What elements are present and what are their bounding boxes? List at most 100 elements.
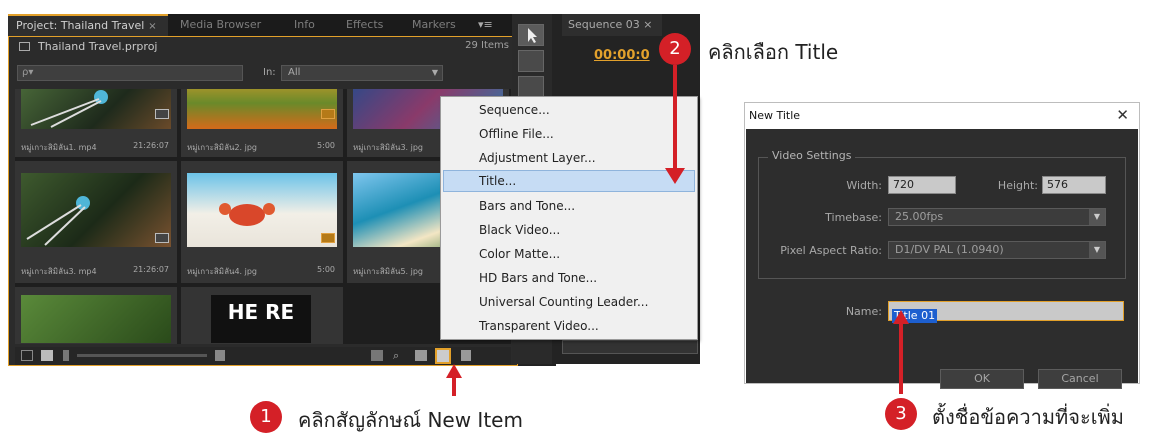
automate-icon[interactable] — [371, 350, 383, 361]
new-bin-icon[interactable] — [415, 350, 427, 361]
tab-project[interactable]: Project: Thailand Travel × — [8, 14, 168, 36]
list-item[interactable]: HE RE — [181, 287, 343, 344]
menu-item-transparent-video[interactable]: Transparent Video... — [479, 319, 599, 333]
title-thumbnail: HE RE — [211, 295, 311, 343]
tab-markers[interactable]: Markers — [404, 14, 464, 36]
panel-menu-icon[interactable]: ▾≡ — [470, 14, 500, 36]
width-field[interactable]: 720 — [888, 176, 956, 194]
step-1-arrow-line — [452, 376, 456, 396]
close-icon[interactable]: × — [643, 18, 652, 31]
menu-item-title[interactable]: Title... — [443, 170, 695, 192]
item-name: หมู่เกาะสิมิลัน4. jpg — [187, 267, 257, 276]
drone-shape — [30, 90, 108, 128]
search-input[interactable]: ρ▾ — [17, 65, 243, 81]
zoom-slider[interactable] — [77, 354, 207, 357]
project-file-name: Thailand Travel.prproj — [38, 40, 158, 53]
close-icon[interactable]: ✕ — [1116, 106, 1129, 124]
tab-project-label: Project: Thailand Travel — [16, 19, 145, 32]
timecode[interactable]: 00:00:0 — [594, 48, 650, 63]
menu-item-sequence[interactable]: Sequence... — [479, 103, 550, 117]
item-name: หมู่เกาะสิมิลัน3. mp4 — [21, 267, 97, 276]
new-title-dialog: New Title ✕ Video Settings Width: 720 He… — [744, 102, 1140, 389]
list-item[interactable] — [15, 287, 177, 344]
search-icon[interactable]: ⌕ — [393, 350, 405, 361]
menu-item-color-matte[interactable]: Color Matte... — [479, 247, 560, 261]
icon-view-icon[interactable] — [41, 350, 53, 361]
ripple-edit-tool-icon[interactable] — [518, 76, 544, 98]
timebase-select[interactable]: 25.00fps ▼ — [888, 208, 1106, 226]
step-3-badge: 3 — [885, 398, 917, 430]
in-label: In: — [263, 67, 276, 78]
item-duration: 21:26:07 — [133, 265, 169, 274]
ok-button[interactable]: OK — [940, 369, 1024, 389]
panel-tabs: Project: Thailand Travel × Media Browser … — [8, 14, 520, 36]
name-label: Name: — [845, 305, 882, 318]
image-thumbnail — [21, 295, 171, 343]
tab-sequence[interactable]: Sequence 03 × — [562, 14, 662, 36]
item-count: 29 Items — [465, 40, 509, 51]
list-item[interactable]: หมู่เกาะสิมิลัน4. jpg 5:00 — [181, 161, 343, 283]
width-label: Width: — [846, 179, 882, 192]
height-field[interactable]: 576 — [1042, 176, 1106, 194]
new-item-menu: Sequence... Offline File... Adjustment L… — [440, 96, 698, 340]
step-2-text: คลิกเลือก Title — [708, 40, 839, 64]
arrow-shape — [528, 28, 537, 43]
dialog-body: Video Settings Width: 720 Height: 576 Ti… — [746, 129, 1138, 389]
video-thumbnail — [21, 89, 171, 129]
list-item[interactable]: หมู่เกาะสิมิลัน2. jpg 5:00 — [181, 89, 343, 157]
image-thumbnail — [187, 173, 337, 247]
media-grid: หมู่เกาะสิมิลัน1. mp4 21:26:07 หมู่เกาะส… — [15, 89, 511, 344]
chevron-down-icon: ▼ — [1089, 209, 1105, 225]
image-badge-icon — [321, 109, 335, 119]
menu-item-adjustment-layer[interactable]: Adjustment Layer... — [479, 151, 596, 165]
image-thumbnail — [187, 89, 337, 129]
tab-media-browser[interactable]: Media Browser — [172, 14, 276, 36]
menu-item-offline-file[interactable]: Offline File... — [479, 127, 554, 141]
menu-item-hd-bars-and-tone[interactable]: HD Bars and Tone... — [479, 271, 597, 285]
zoom-in-icon[interactable] — [215, 350, 225, 361]
menu-item-black-video[interactable]: Black Video... — [479, 223, 560, 237]
item-name: หมู่เกาะสิมิลัน5. jpg — [353, 267, 423, 276]
dialog-title: New Title — [749, 109, 801, 122]
step-3-text: ตั้งชื่อข้อความที่จะเพิ่ม — [932, 405, 1124, 429]
folder-icon — [19, 42, 30, 51]
list-item[interactable]: หมู่เกาะสิมิลัน1. mp4 21:26:07 — [15, 89, 177, 157]
close-icon[interactable]: × — [148, 21, 156, 32]
arrow-down-icon — [665, 168, 685, 184]
step-3-arrow-line — [899, 322, 903, 394]
new-item-icon[interactable] — [435, 348, 451, 364]
chevron-down-icon: ▼ — [1089, 242, 1105, 258]
video-thumbnail — [21, 173, 171, 247]
item-duration: 21:26:07 — [133, 141, 169, 150]
pixel-aspect-ratio-label: Pixel Aspect Ratio: — [780, 244, 882, 257]
sequence-scrollbar[interactable] — [562, 340, 698, 354]
trash-icon[interactable] — [461, 350, 471, 361]
in-select[interactable]: All ▼ — [281, 65, 443, 81]
tab-info[interactable]: Info — [286, 14, 330, 36]
video-badge-icon — [155, 109, 169, 119]
group-label: Video Settings — [768, 149, 856, 162]
list-view-icon[interactable] — [21, 350, 33, 361]
step-2-arrow-line — [673, 65, 677, 173]
cancel-button[interactable]: Cancel — [1038, 369, 1122, 389]
name-input[interactable]: Title 01 — [888, 301, 1124, 323]
arrow-up-icon — [893, 310, 909, 324]
project-file: Thailand Travel.prproj — [19, 40, 158, 53]
timebase-value: 25.00fps — [895, 210, 944, 223]
selection-tool-icon[interactable] — [518, 24, 544, 46]
tab-effects[interactable]: Effects — [338, 14, 394, 36]
timebase-label: Timebase: — [825, 211, 882, 224]
zoom-out-icon[interactable] — [63, 350, 69, 361]
item-name: หมู่เกาะสิมิลัน2. jpg — [187, 143, 257, 152]
chevron-down-icon: ▼ — [431, 68, 438, 77]
list-item[interactable]: หมู่เกาะสิมิลัน3. mp4 21:26:07 — [15, 161, 177, 283]
height-label: Height: — [997, 179, 1038, 192]
step-1-badge: 1 — [250, 401, 282, 433]
track-select-tool-icon[interactable] — [518, 50, 544, 72]
menu-item-bars-and-tone[interactable]: Bars and Tone... — [479, 199, 575, 213]
menu-item-universal-counting-leader[interactable]: Universal Counting Leader... — [479, 295, 648, 309]
sequence-tab-label: Sequence 03 — [568, 18, 640, 31]
item-name: หมู่เกาะสิมิลัน3. jpg — [353, 143, 423, 152]
pixel-aspect-ratio-select[interactable]: D1/DV PAL (1.0940) ▼ — [888, 241, 1106, 259]
image-badge-icon — [321, 233, 335, 243]
